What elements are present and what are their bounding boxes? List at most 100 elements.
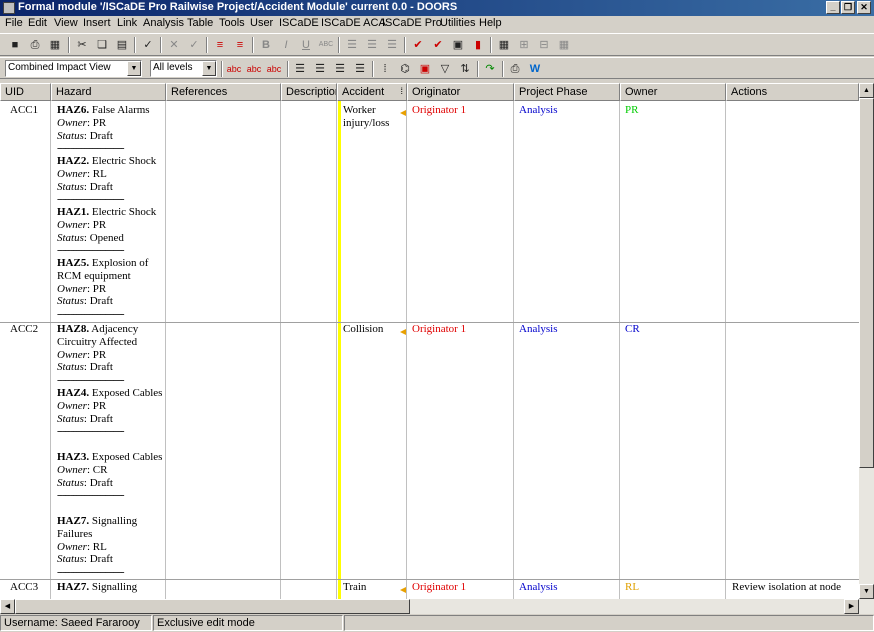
- chevron-down-icon[interactable]: ▼: [127, 61, 141, 76]
- bold-icon[interactable]: B: [258, 37, 274, 53]
- hazard-entry[interactable]: HAZ5. Explosion of RCM equipment Owner: …: [57, 257, 163, 321]
- strikethrough-icon[interactable]: ABC: [318, 37, 334, 53]
- menu-table[interactable]: Table: [187, 17, 213, 29]
- table-row-icon[interactable]: ⊞: [516, 37, 532, 53]
- menu-analysis[interactable]: Analysis: [143, 17, 184, 29]
- column-header-actions[interactable]: Actions: [726, 83, 859, 101]
- menu-iscade-pro[interactable]: ISCaDE Pro: [382, 17, 442, 29]
- hazard-entry[interactable]: HAZ3. Exposed Cables Owner: CR Status: D…: [57, 451, 163, 502]
- indent-icon[interactable]: ☰: [364, 37, 380, 53]
- row-accident[interactable]: Worker injury/loss: [343, 104, 403, 130]
- column-header-project-phase[interactable]: Project Phase: [514, 83, 620, 101]
- row-accident[interactable]: Train: [343, 581, 366, 594]
- menu-link[interactable]: Link: [117, 17, 137, 29]
- menu-insert[interactable]: Insert: [83, 17, 111, 29]
- scroll-left-icon[interactable]: ◀: [0, 599, 15, 614]
- print-icon[interactable]: ⎙: [27, 37, 43, 53]
- hazard-entry[interactable]: HAZ7. Signalling Failures Owner: RL Stat…: [57, 515, 163, 579]
- row-owner[interactable]: PR: [625, 104, 638, 117]
- hazard-entry[interactable]: HAZ6. False Alarms Owner: PR Status: Dra…: [57, 104, 163, 155]
- row-originator[interactable]: Originator 1: [412, 323, 466, 336]
- save-icon[interactable]: ■: [7, 37, 23, 53]
- refresh-icon[interactable]: ↷: [482, 61, 498, 77]
- column-header-owner[interactable]: Owner: [620, 83, 726, 101]
- menu-iscade[interactable]: ISCaDE: [279, 17, 319, 29]
- filter-icon[interactable]: ▽: [437, 61, 453, 77]
- menu-user[interactable]: User: [250, 17, 273, 29]
- hazard-entry[interactable]: HAZ4. Exposed Cables Owner: PR Status: D…: [57, 387, 163, 438]
- outdent-icon[interactable]: ☰: [384, 37, 400, 53]
- filter-abc2-icon[interactable]: abc: [246, 61, 262, 77]
- outline-icon[interactable]: ⁞: [377, 61, 393, 77]
- align-center-icon[interactable]: ☰: [332, 61, 348, 77]
- row-originator[interactable]: Originator 1: [412, 581, 466, 594]
- filter-abc3-icon[interactable]: abc: [266, 61, 282, 77]
- column-header-originator[interactable]: Originator: [407, 83, 514, 101]
- row-project-phase[interactable]: Analysis: [519, 323, 558, 336]
- scroll-down-icon[interactable]: ▼: [859, 584, 874, 599]
- column-header-accident[interactable]: Accident ⁞: [337, 83, 407, 101]
- horizontal-scrollbar[interactable]: ◀ ▶: [0, 599, 874, 614]
- delete-link-icon[interactable]: ▮: [470, 37, 486, 53]
- hazard-entry[interactable]: HAZ1. Electric Shock Owner: PR Status: O…: [57, 206, 163, 257]
- bullet-list-icon[interactable]: ☰: [344, 37, 360, 53]
- row-uid[interactable]: ACC1: [10, 104, 38, 117]
- scroll-up-icon[interactable]: ▲: [859, 83, 874, 98]
- align-left-icon[interactable]: ☰: [292, 61, 308, 77]
- minimize-button[interactable]: _: [826, 1, 840, 14]
- hierarchy-icon[interactable]: ⌬: [397, 61, 413, 77]
- menu-utilities[interactable]: Utilities: [440, 17, 475, 29]
- row-uid[interactable]: ACC2: [10, 323, 38, 336]
- link-arrow-icon[interactable]: [400, 587, 406, 593]
- link-target-icon[interactable]: ✔: [430, 37, 446, 53]
- restore-button[interactable]: ❐: [841, 1, 855, 14]
- row-project-phase[interactable]: Analysis: [519, 104, 558, 117]
- sort-icon[interactable]: ⇅: [457, 61, 473, 77]
- underline-icon[interactable]: U: [298, 37, 314, 53]
- copy-icon[interactable]: ❏: [94, 37, 110, 53]
- menu-tools[interactable]: Tools: [219, 17, 245, 29]
- row-owner[interactable]: CR: [625, 323, 640, 336]
- hazard-entry[interactable]: HAZ8. Adjacency Circuitry Affected Owner…: [57, 323, 163, 387]
- level-select[interactable]: All levels ▼: [150, 60, 217, 77]
- row-action[interactable]: Review isolation at node: [732, 581, 841, 594]
- properties-icon[interactable]: ▦: [47, 37, 63, 53]
- hazard-entry[interactable]: HAZ2. Electric Shock Owner: RL Status: D…: [57, 155, 163, 206]
- delete-icon[interactable]: ✕: [166, 37, 182, 53]
- column-header-hazard[interactable]: Hazard: [51, 83, 166, 101]
- row-project-phase[interactable]: Analysis: [519, 581, 558, 594]
- italic-icon[interactable]: I: [278, 37, 294, 53]
- menu-view[interactable]: View: [54, 17, 78, 29]
- view-select[interactable]: Combined Impact View ▼: [5, 60, 142, 77]
- link-arrow-icon[interactable]: [400, 329, 406, 335]
- chevron-down-icon[interactable]: ▼: [202, 61, 216, 76]
- link-properties-icon[interactable]: ▣: [450, 37, 466, 53]
- insert-below-icon[interactable]: ≡: [232, 37, 248, 53]
- spellcheck-icon[interactable]: ✓: [140, 37, 156, 53]
- word-export-icon[interactable]: W: [527, 61, 543, 77]
- cut-icon[interactable]: ✂: [74, 37, 90, 53]
- object-icon[interactable]: ▣: [417, 61, 433, 77]
- row-originator[interactable]: Originator 1: [412, 104, 466, 117]
- align-right-icon[interactable]: ☰: [312, 61, 328, 77]
- vertical-scrollbar[interactable]: ▲ ▼: [859, 83, 874, 599]
- close-button[interactable]: ✕: [857, 1, 871, 14]
- column-header-uid[interactable]: UID: [0, 83, 51, 101]
- row-owner[interactable]: RL: [625, 581, 639, 594]
- menu-file[interactable]: File: [5, 17, 23, 29]
- insert-above-icon[interactable]: ≡: [212, 37, 228, 53]
- hazard-entry[interactable]: HAZ7. Signalling: [57, 581, 163, 594]
- table-icon[interactable]: ▦: [496, 37, 512, 53]
- row-uid[interactable]: ACC3: [10, 581, 38, 594]
- filter-abc-icon[interactable]: abc: [226, 61, 242, 77]
- link-arrow-icon[interactable]: [400, 110, 406, 116]
- vertical-scroll-thumb[interactable]: [859, 98, 874, 468]
- link-source-icon[interactable]: ✔: [410, 37, 426, 53]
- table-column-icon[interactable]: ⊟: [536, 37, 552, 53]
- row-accident[interactable]: Collision: [343, 323, 403, 336]
- menu-help[interactable]: Help: [479, 17, 502, 29]
- table-cell-icon[interactable]: ▦: [556, 37, 572, 53]
- accept-icon[interactable]: ✓: [186, 37, 202, 53]
- column-header-references[interactable]: References: [166, 83, 281, 101]
- menu-iscade-aca[interactable]: ISCaDE ACA: [321, 17, 386, 29]
